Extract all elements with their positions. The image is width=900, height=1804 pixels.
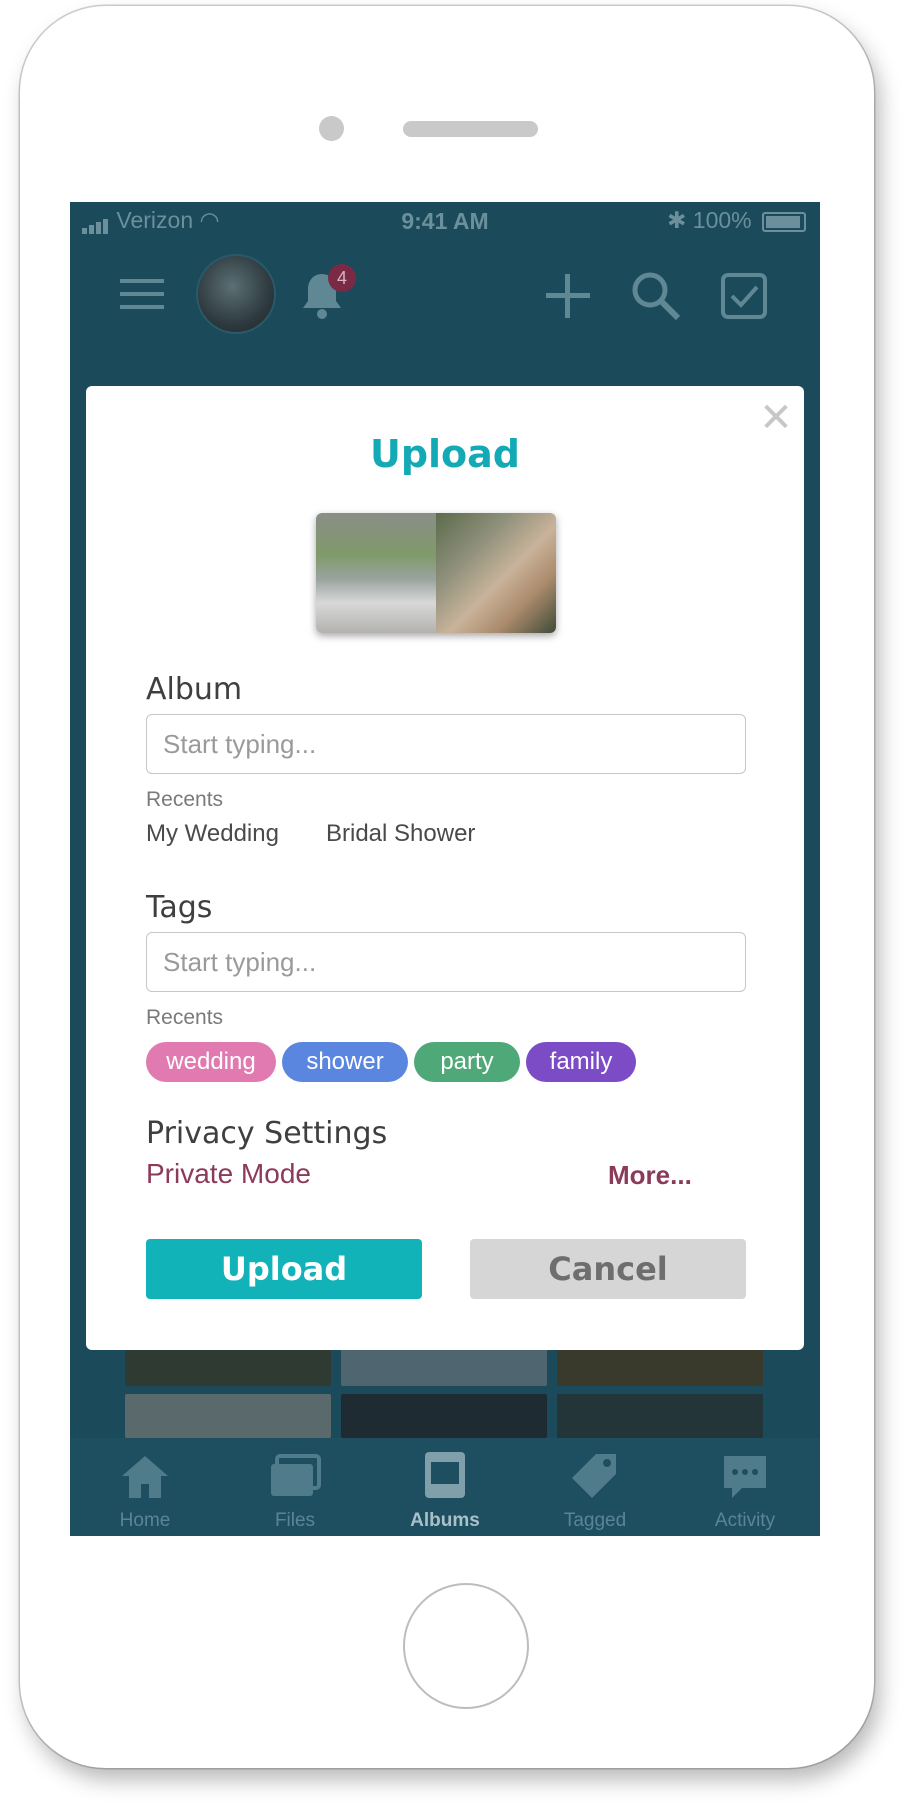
tag-chip-family[interactable]: family	[526, 1042, 636, 1082]
battery-icon	[762, 211, 806, 232]
photo-tile[interactable]	[125, 1394, 331, 1438]
tag-chip-party[interactable]: party	[414, 1042, 520, 1082]
speaker-grill	[403, 121, 538, 137]
tags-recents-label: Recents	[146, 1006, 224, 1029]
tab-home[interactable]: Home	[70, 1438, 220, 1536]
tag-chip-wedding[interactable]: wedding	[146, 1042, 276, 1082]
tab-label: Files	[274, 1510, 316, 1531]
checkbox-icon[interactable]	[720, 272, 768, 320]
tag-icon	[572, 1454, 616, 1498]
tab-files[interactable]: Files	[220, 1438, 370, 1536]
status-bar: Verizon ◠ 9:41 AM ✱ 100%	[70, 202, 820, 242]
tab-label: Home	[119, 1510, 171, 1531]
tab-albums[interactable]: Albums	[370, 1438, 520, 1536]
tab-label: Albums	[410, 1510, 480, 1531]
home-button[interactable]	[403, 1583, 529, 1709]
bluetooth-icon: ✱	[667, 207, 687, 233]
dialog-title: Upload	[369, 432, 521, 476]
privacy-more-link[interactable]: More...	[608, 1160, 692, 1191]
recent-album-my-wedding[interactable]: My Wedding	[146, 820, 279, 848]
tab-tagged[interactable]: Tagged	[520, 1438, 670, 1536]
tag-chip-shower[interactable]: shower	[282, 1042, 408, 1082]
home-icon	[122, 1456, 168, 1498]
tags-field[interactable]	[146, 932, 746, 992]
album-label: Album	[146, 672, 243, 707]
album-input[interactable]	[161, 715, 725, 773]
images-icon	[271, 1454, 321, 1496]
tab-label: Activity	[714, 1510, 776, 1531]
upload-thumbnails	[316, 513, 556, 633]
tab-label: Tagged	[563, 1510, 627, 1531]
avatar[interactable]	[196, 254, 276, 334]
privacy-label: Privacy Settings	[146, 1116, 388, 1151]
menu-icon[interactable]	[120, 277, 164, 311]
upload-button[interactable]: Upload	[146, 1239, 422, 1299]
recent-album-bridal-shower[interactable]: Bridal Shower	[326, 820, 475, 848]
chat-icon	[724, 1456, 766, 1498]
thumbnail-party	[436, 513, 556, 633]
tab-bar: Home Files Albums Tagged Activity	[70, 1438, 820, 1536]
tags-input[interactable]	[161, 933, 725, 991]
cancel-button[interactable]: Cancel	[470, 1239, 746, 1299]
plus-icon[interactable]	[544, 272, 592, 320]
battery: ✱ 100%	[667, 207, 806, 234]
tags-label: Tags	[146, 890, 213, 925]
tab-activity[interactable]: Activity	[670, 1438, 820, 1536]
search-icon[interactable]	[630, 270, 682, 322]
album-recents-label: Recents	[146, 788, 224, 811]
battery-percent: 100%	[692, 207, 752, 233]
album-field[interactable]	[146, 714, 746, 774]
camera-dot	[319, 116, 344, 141]
album-icon	[425, 1452, 465, 1498]
thumbnail-dog	[316, 513, 436, 633]
photo-tile[interactable]	[341, 1394, 547, 1438]
notification-badge: 4	[328, 264, 356, 292]
top-nav: 4	[70, 242, 820, 334]
privacy-mode-value[interactable]: Private Mode	[146, 1158, 311, 1190]
photo-tile[interactable]	[557, 1394, 763, 1438]
upload-dialog: ✕ Upload Album Recents My Wedding Bridal…	[86, 386, 804, 1350]
